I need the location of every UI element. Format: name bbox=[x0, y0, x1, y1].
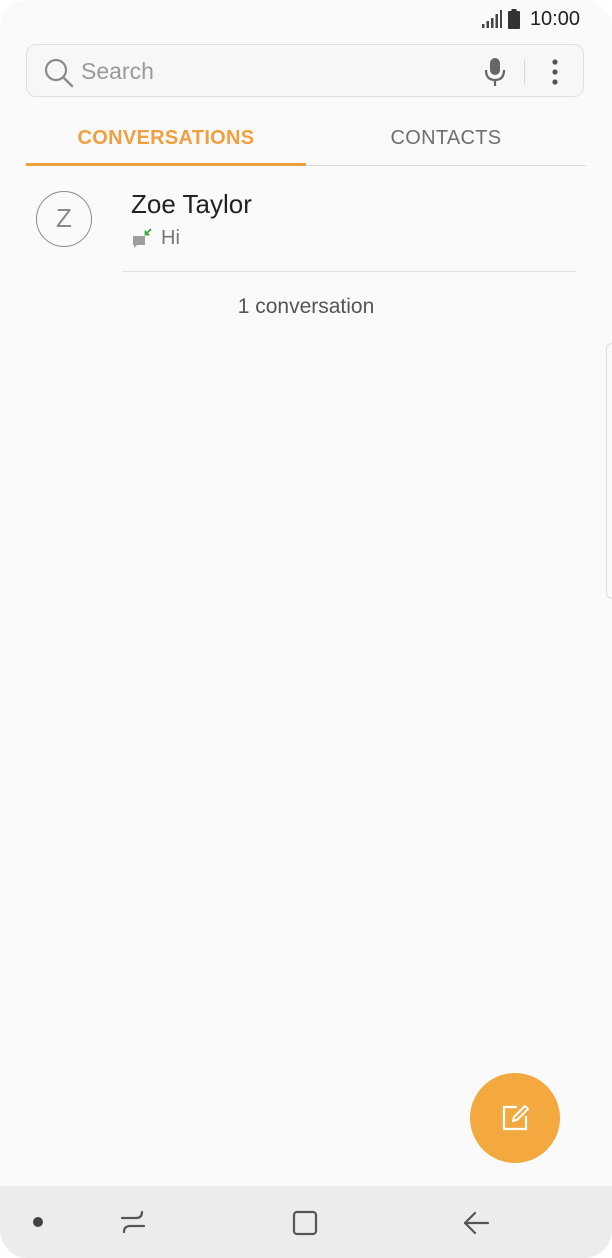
message-preview: Hi bbox=[161, 227, 180, 249]
compose-icon bbox=[502, 1105, 529, 1131]
battery-icon bbox=[507, 9, 520, 29]
status-time: 10:00 bbox=[529, 7, 580, 30]
tab-active-indicator bbox=[26, 163, 306, 166]
navigation-bar bbox=[0, 1186, 612, 1258]
status-icons: 10:00 bbox=[481, 6, 580, 32]
search-divider bbox=[524, 59, 525, 85]
compose-button[interactable] bbox=[470, 1073, 560, 1163]
mic-icon[interactable] bbox=[482, 57, 508, 87]
message-received-icon bbox=[133, 228, 152, 248]
conversation-count: 1 conversation bbox=[237, 295, 375, 318]
edge-panel-handle[interactable] bbox=[606, 343, 612, 599]
status-bar: 10:00 bbox=[0, 0, 612, 38]
contact-name: Zoe Taylor bbox=[131, 189, 252, 219]
search-bar[interactable] bbox=[26, 44, 584, 97]
recents-icon[interactable] bbox=[118, 1208, 148, 1236]
search-icon bbox=[44, 58, 74, 88]
tab-conversations[interactable]: CONVERSATIONS bbox=[26, 110, 306, 166]
tab-bar: CONVERSATIONS CONTACTS bbox=[26, 110, 586, 166]
row-divider bbox=[122, 271, 576, 272]
more-vert-icon[interactable] bbox=[545, 58, 565, 86]
search-input[interactable] bbox=[81, 53, 461, 89]
conversation-item[interactable]: Z Zoe Taylor Hi bbox=[0, 178, 612, 272]
tab-contacts[interactable]: CONTACTS bbox=[306, 110, 586, 166]
avatar: Z bbox=[36, 191, 92, 247]
home-icon[interactable] bbox=[290, 1208, 320, 1238]
messages-screen: 10:00 CONVERSATIONS CONTACTS Z Zoe Taylo… bbox=[0, 0, 612, 1258]
nav-dot-icon[interactable] bbox=[33, 1217, 43, 1227]
back-icon[interactable] bbox=[460, 1208, 492, 1238]
signal-icon bbox=[481, 10, 502, 28]
